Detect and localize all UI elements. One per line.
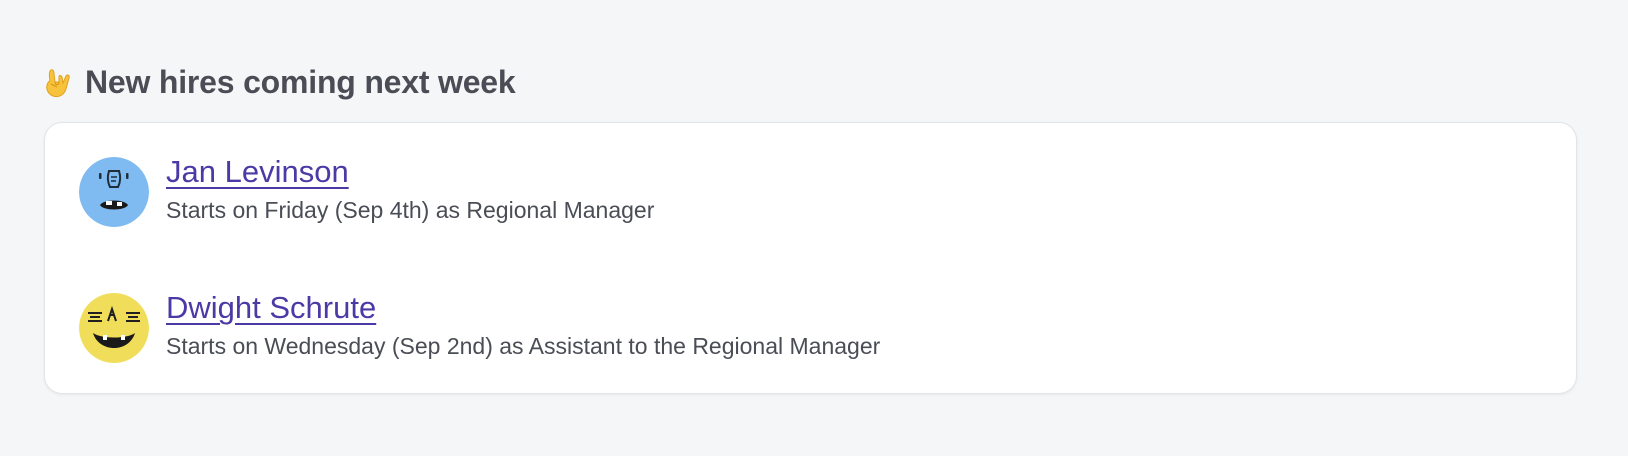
new-hires-card: Jan Levinson Starts on Friday (Sep 4th) …	[44, 122, 1577, 394]
list-item: Jan Levinson Starts on Friday (Sep 4th) …	[79, 154, 655, 227]
section-heading: New hires coming next week	[41, 64, 516, 101]
blue-monster-avatar-icon[interactable]	[79, 157, 149, 227]
list-item: Dwight Schrute Starts on Wednesday (Sep …	[79, 290, 881, 363]
yellow-monster-avatar-icon[interactable]	[79, 293, 149, 363]
sign-of-the-horns-icon	[46, 68, 70, 97]
hire-name-link[interactable]: Jan Levinson	[166, 153, 654, 191]
hire-description: Starts on Wednesday (Sep 2nd) as Assista…	[166, 333, 881, 359]
section-title: New hires coming next week	[85, 64, 516, 100]
hire-name-link[interactable]: Dwight Schrute	[166, 289, 880, 327]
hire-description: Starts on Friday (Sep 4th) as Regional M…	[166, 197, 655, 223]
